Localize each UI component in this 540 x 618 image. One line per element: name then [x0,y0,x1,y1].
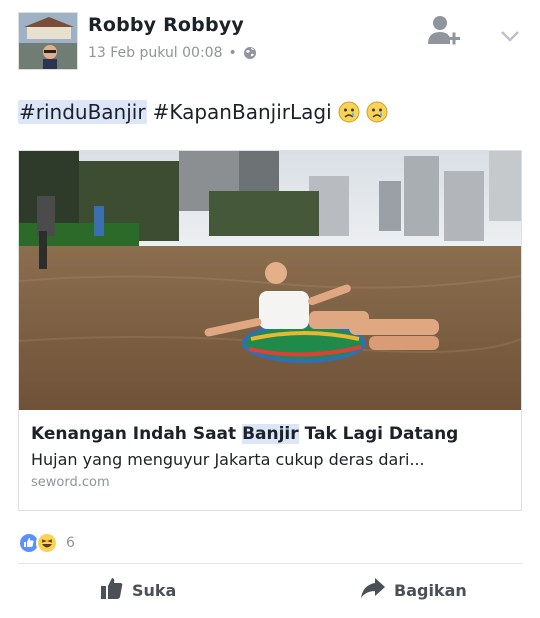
share-button[interactable]: Bagikan [360,576,467,604]
avatar[interactable] [18,12,78,70]
post-text: #rinduBanjir #KapanBanjirLagi [18,100,388,124]
hashtag-kapanbanjirlagi[interactable]: #KapanBanjirLagi [153,100,332,124]
crying-face-icon [366,101,388,123]
like-button[interactable]: Suka [100,576,176,604]
post-timestamp[interactable]: 13 Feb pukul 00:08 [88,45,223,61]
link-preview-body: Kenangan Indah Saat Banjir Tak Lagi Data… [19,410,521,510]
share-label: Bagikan [394,580,467,600]
author-name[interactable]: Robby Robbyy [88,14,244,36]
chevron-down-icon[interactable] [500,28,520,42]
share-arrow-icon [360,576,386,604]
add-friend-icon[interactable] [428,14,462,48]
globe-icon[interactable] [243,46,257,60]
reactions-summary[interactable]: 6 [18,532,75,554]
crying-face-icon [338,101,360,123]
link-domain: seword.com [31,475,110,490]
hashtag-rindubanjir[interactable]: #rinduBanjir [18,100,147,124]
link-preview-card[interactable]: Kenangan Indah Saat Banjir Tak Lagi Data… [18,150,522,511]
like-label: Suka [132,580,177,600]
link-description: Hujan yang menguyur Jakarta cukup deras … [31,450,425,469]
reaction-count: 6 [66,535,75,551]
post-header: Robby Robbyy 13 Feb pukul 00:08 • [18,12,528,70]
thumbs-up-icon [100,576,124,604]
link-preview-image[interactable] [19,151,521,410]
meta-separator: • [228,45,237,61]
haha-reaction-icon [36,532,58,554]
link-title[interactable]: Kenangan Indah Saat Banjir Tak Lagi Data… [31,424,509,444]
post-meta: 13 Feb pukul 00:08 • [88,45,257,61]
actions-divider [18,563,522,564]
